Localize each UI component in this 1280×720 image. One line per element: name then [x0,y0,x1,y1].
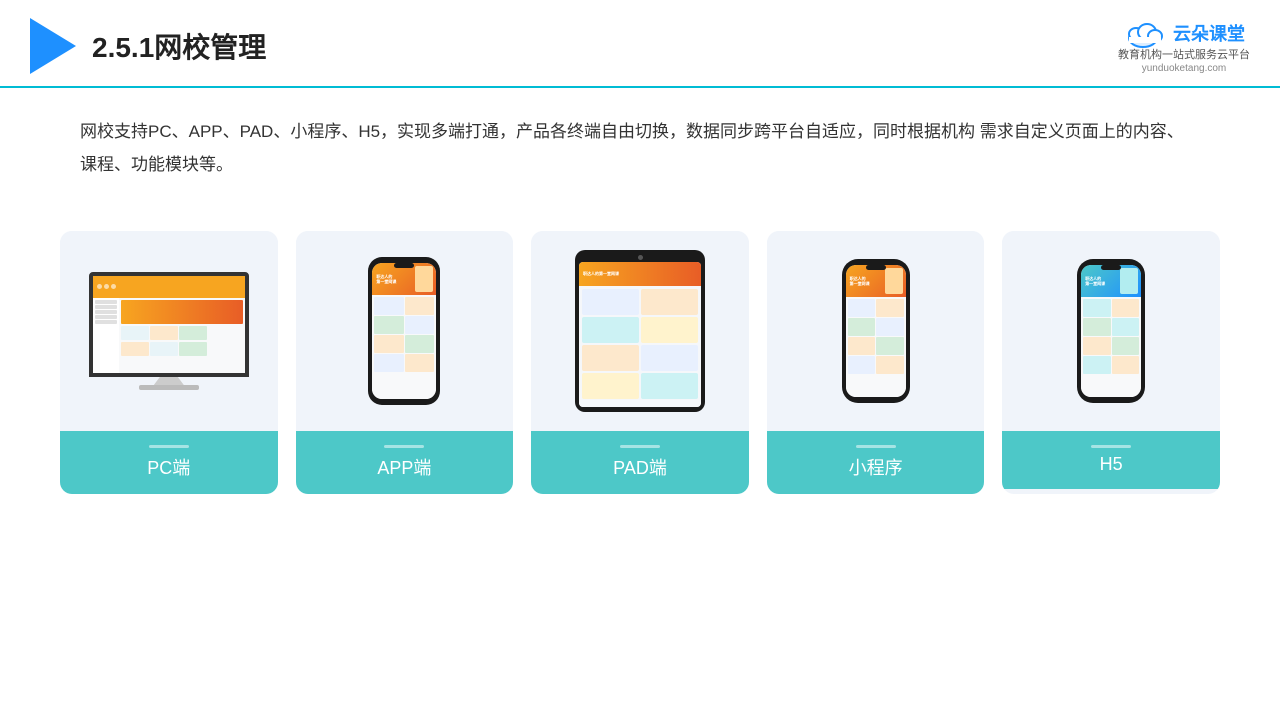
card-app: 职达人的第一堂网课 [296,231,514,494]
card-pad: 职达人的第一堂网课 [531,231,749,494]
card-miniprogram-image: 职达人的第一堂网课 [767,231,985,431]
card-pad-label: PAD端 [531,431,749,494]
card-pc: PC端 [60,231,278,494]
phone-notch-mini [866,265,886,270]
app-phone-mockup: 职达人的第一堂网课 [368,257,440,405]
header-right: 云朵课堂 教育机构一站式服务云平台 yunduoketang.com [1118,18,1250,74]
card-app-label: APP端 [296,431,514,494]
card-h5-label: H5 [1002,431,1220,489]
page-title: 2.5.1网校管理 [92,26,266,66]
cards-container: PC端 职达人的第一堂网课 [0,201,1280,514]
card-pc-label: PC端 [60,431,278,494]
brand-url: yunduoketang.com [1142,63,1227,74]
tablet-screen: 职达人的第一堂网课 [579,262,701,407]
card-app-image: 职达人的第一堂网课 [296,231,514,431]
header-left: 2.5.1网校管理 [30,18,266,74]
pc-screen [89,272,249,377]
h5-phone-mockup: 职达人的第一堂网课 [1077,259,1145,403]
pc-mockup [89,272,249,390]
phone-notch [394,263,414,268]
phone-screen: 职达人的第一堂网课 [372,263,436,399]
brand-name: 云朵课堂 [1173,20,1245,46]
phone-screen-h5: 职达人的第一堂网课 [1081,265,1141,397]
description-text: 网校支持PC、APP、PAD、小程序、H5，实现多端打通，产品各终端自由切换，数… [0,88,1280,191]
card-h5-image: 职达人的第一堂网课 [1002,231,1220,431]
card-h5: 职达人的第一堂网课 [1002,231,1220,494]
header: 2.5.1网校管理 云朵课堂 教育机构一站式服务云平台 yunduoketan [0,0,1280,88]
phone-screen-mini: 职达人的第一堂网课 [846,265,906,397]
tablet-camera [638,255,643,260]
logo-triangle-icon [30,18,76,74]
brand-tagline: 教育机构一站式服务云平台 [1118,48,1250,63]
brand-logo: 云朵课堂 [1123,18,1245,48]
phone-notch-h5 [1101,265,1121,270]
card-miniprogram: 职达人的第一堂网课 [767,231,985,494]
card-miniprogram-label: 小程序 [767,431,985,494]
card-pad-image: 职达人的第一堂网课 [531,231,749,431]
cloud-icon [1123,18,1167,48]
miniprogram-phone-mockup: 职达人的第一堂网课 [842,259,910,403]
card-pc-image [60,231,278,431]
tablet-mockup: 职达人的第一堂网课 [575,250,705,412]
